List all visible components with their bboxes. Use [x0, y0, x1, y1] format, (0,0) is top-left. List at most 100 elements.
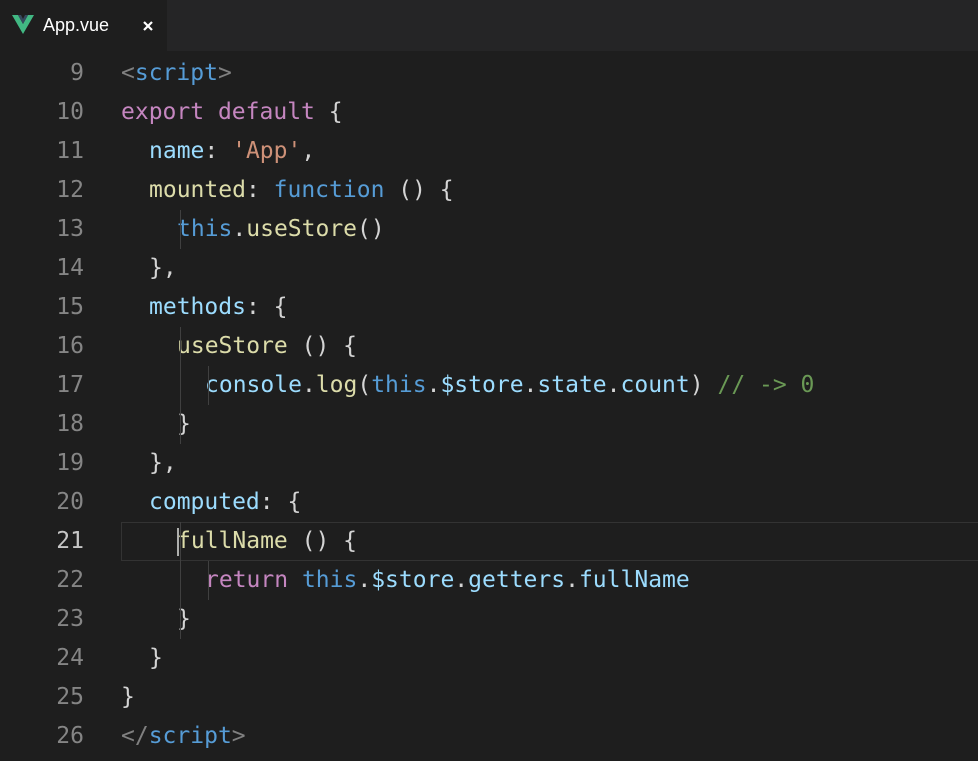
code-token: < [121, 60, 135, 86]
code-token: fullName [578, 567, 690, 593]
code-token: this [177, 216, 233, 242]
code-line[interactable]: 20 computed: { [0, 483, 978, 522]
line-number: 10 [56, 99, 84, 125]
code-line[interactable]: 12 mounted: function () { [0, 171, 978, 210]
code-line[interactable]: 15 methods: { [0, 288, 978, 327]
code-token: // -> 0 [717, 372, 815, 398]
line-number: 22 [56, 567, 84, 593]
code-token: . [606, 372, 621, 398]
code-token: : { [259, 489, 302, 515]
code-text: name: 'App', [149, 132, 315, 171]
code-token: () { [287, 528, 358, 554]
indent-guide [180, 522, 181, 639]
code-token: }, [149, 450, 177, 476]
code-token: console [205, 372, 302, 398]
indent-guide [208, 366, 209, 405]
code-line[interactable]: 11 name: 'App', [0, 132, 978, 171]
code-text: mounted: function () { [149, 171, 454, 210]
code-token: fullName [177, 528, 288, 554]
code-text: console.log(this.$store.state.count) // … [205, 366, 814, 405]
line-number: 12 [56, 177, 84, 203]
code-line[interactable]: 19}, [0, 444, 978, 483]
code-line[interactable]: 13 this.useStore() [0, 210, 978, 249]
tab-bar: App.vue [0, 0, 978, 51]
line-number: 21 [56, 528, 84, 554]
code-token: 'App' [232, 138, 302, 164]
indent-guide [208, 561, 209, 600]
code-line[interactable]: 25} [0, 678, 978, 717]
line-number: 11 [56, 138, 84, 164]
code-token: }, [149, 255, 177, 281]
code-token: count [620, 372, 690, 398]
code-token: . [426, 372, 441, 398]
code-line[interactable]: 21 fullName () { [0, 522, 978, 561]
code-line[interactable]: 23} [0, 600, 978, 639]
code-token: default [217, 99, 315, 125]
code-token: state [537, 372, 607, 398]
code-text: computed: { [149, 483, 301, 522]
code-token: : [245, 177, 274, 203]
line-number: 14 [56, 255, 84, 281]
code-text: </script> [121, 717, 246, 756]
code-line[interactable]: 10 export default { [0, 93, 978, 132]
code-token: $store [371, 567, 455, 593]
code-token: . [232, 216, 247, 242]
code-token: . [565, 567, 579, 593]
code-text: } [121, 678, 135, 717]
line-number: 15 [56, 294, 84, 320]
code-text: fullName () { [177, 522, 357, 561]
code-line[interactable]: 16 useStore () { [0, 327, 978, 366]
code-token: this [301, 567, 358, 593]
code-editor[interactable]: 9 <script> 10 export default {11 name: 'App'… [0, 51, 978, 761]
code-token: > [217, 60, 232, 86]
code-text: } [149, 639, 163, 678]
line-number: 24 [56, 645, 84, 671]
code-token: methods [149, 294, 246, 320]
code-token: $store [440, 372, 524, 398]
code-text: }, [149, 249, 177, 288]
code-token: , [301, 138, 316, 164]
code-token: } [121, 684, 135, 710]
code-token: . [523, 372, 538, 398]
code-token: script [148, 723, 232, 749]
tab-app-vue[interactable]: App.vue [0, 0, 168, 51]
code-line[interactable]: 18} [0, 405, 978, 444]
code-token: . [357, 567, 372, 593]
code-token: () [357, 216, 385, 242]
code-token: ) [689, 372, 718, 398]
code-token: </ [121, 723, 149, 749]
tab-label: App.vue [43, 15, 110, 35]
code-token: function [273, 177, 385, 203]
line-number: 18 [56, 411, 84, 437]
code-line[interactable]: 24} [0, 639, 978, 678]
code-line[interactable]: 14}, [0, 249, 978, 288]
code-token: () { [287, 333, 358, 359]
code-token: : { [245, 294, 288, 320]
line-number: 23 [56, 606, 84, 632]
code-token: mounted [149, 177, 246, 203]
code-token: : [204, 138, 233, 164]
code-text: }, [149, 444, 177, 483]
code-token: . [454, 567, 469, 593]
line-number: 16 [56, 333, 84, 359]
code-token: log [315, 372, 358, 398]
code-line[interactable]: 22 return this.$store.getters.fullName [0, 561, 978, 600]
text-cursor [177, 528, 179, 556]
line-number: 20 [56, 489, 84, 515]
code-line[interactable]: 26 </script> [0, 717, 978, 756]
code-line[interactable]: 17 console.log(this.$store.state.count) /… [0, 366, 978, 405]
code-token: export [121, 99, 205, 125]
line-number: 13 [56, 216, 84, 242]
code-token: } [149, 645, 163, 671]
line-number: 17 [56, 372, 84, 398]
code-line[interactable]: 9 <script> [0, 54, 978, 93]
code-token: getters [468, 567, 566, 593]
code-token: > [231, 723, 246, 749]
line-number: 25 [56, 684, 84, 710]
code-text: <script> [121, 54, 232, 93]
line-number: 26 [56, 723, 84, 749]
code-token: return [205, 567, 289, 593]
code-token: this [371, 372, 427, 398]
code-token: name [149, 138, 205, 164]
